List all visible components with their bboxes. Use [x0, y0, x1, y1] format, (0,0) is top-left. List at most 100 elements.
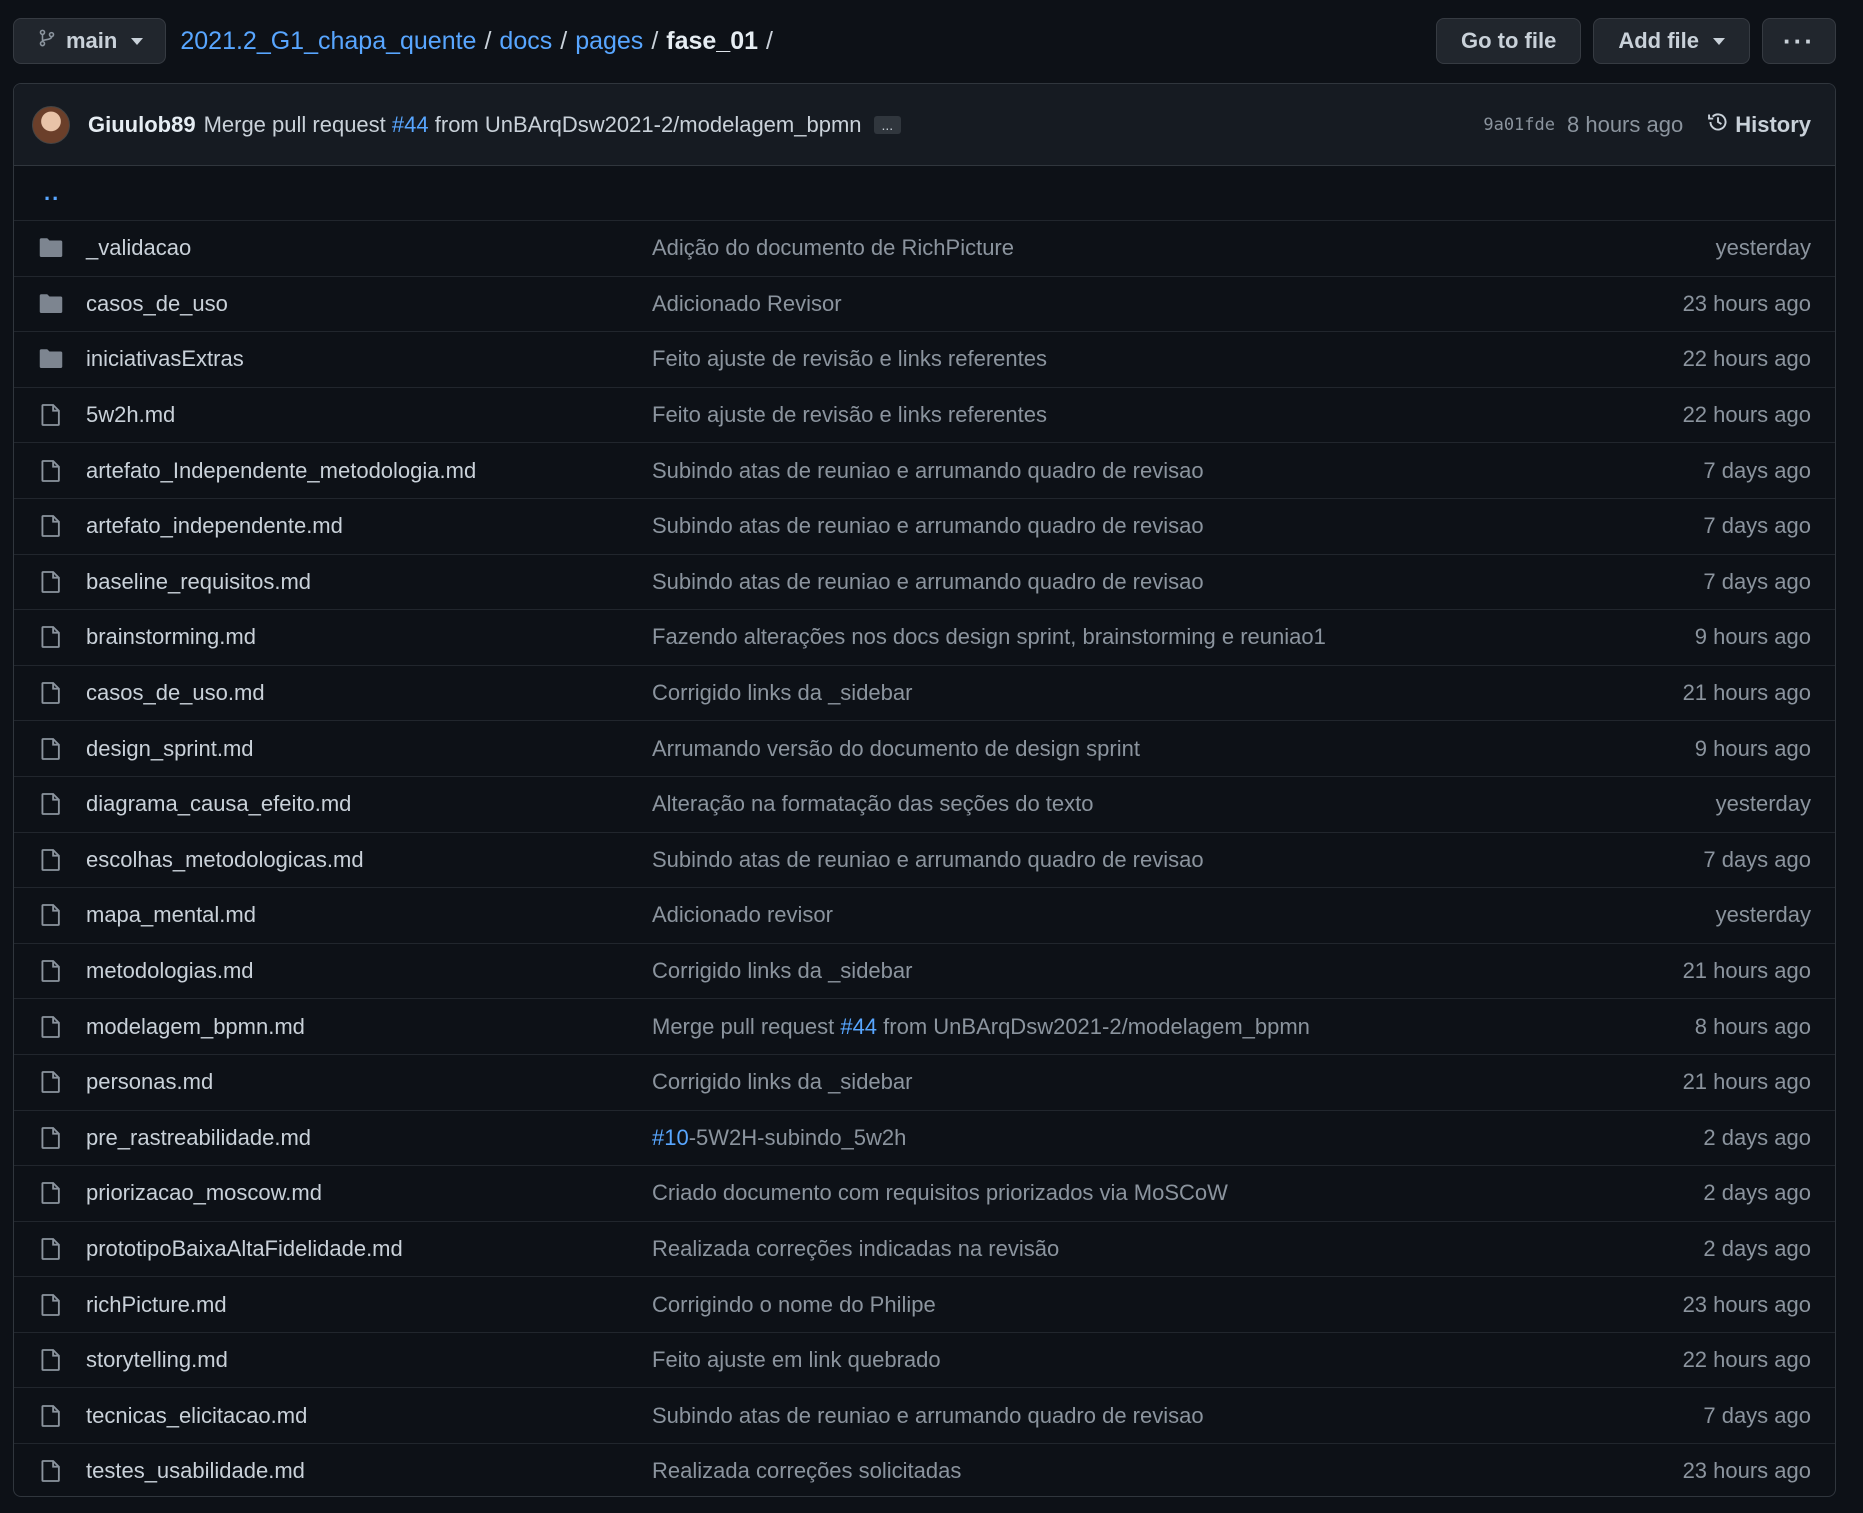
commit-message-link[interactable]: Fazendo alterações nos docs design sprin… [652, 624, 1326, 649]
issue-link[interactable]: #44 [840, 1014, 877, 1039]
commit-message-link[interactable]: Arrumando versão do documento de design … [652, 736, 1140, 761]
commit-message-link[interactable]: Merge pull request [204, 112, 386, 137]
file-row[interactable]: diagrama_causa_efeito.md Alteração na for… [14, 775, 1835, 832]
breadcrumb: 2021.2_G1_chapa_quente / docs / pages / … [180, 27, 773, 56]
commit-message-link[interactable]: Subindo atas de reuniao e arrumando quad… [652, 569, 1204, 594]
file-row[interactable]: design_sprint.md Arrumando versão do docu… [14, 720, 1835, 776]
commit-message-link[interactable]: Adicionado Revisor [652, 291, 842, 316]
commit-message-link[interactable]: Adicionado revisor [652, 902, 833, 927]
file-row[interactable]: mapa_mental.md Adicionado revisor yesterda… [14, 887, 1835, 943]
file-name-link[interactable]: 5w2h.md [86, 402, 652, 428]
commit-message-link[interactable]: Adição do documento de RichPicture [652, 235, 1014, 260]
commit-age: 23 hours ago [1682, 1458, 1811, 1484]
parent-directory-link[interactable]: .. [38, 180, 60, 206]
commit-message: Subindo atas de reuniao e arrumando quad… [652, 1403, 1703, 1429]
file-row[interactable]: baseline_requisitos.md Subindo atas de re… [14, 553, 1835, 610]
file-row[interactable]: brainstorming.md Fazendo alterações nos d… [14, 609, 1835, 665]
file-name-link[interactable]: tecnicas_elicitacao.md [86, 1403, 652, 1429]
commit-message-link[interactable]: Feito ajuste de revisão e links referent… [652, 402, 1047, 427]
parent-directory-row[interactable]: .. [14, 166, 1835, 220]
file-name-link[interactable]: prototipoBaixaAltaFidelidade.md [86, 1236, 652, 1262]
breadcrumb-separator: / [651, 26, 659, 55]
add-file-button[interactable]: Add file [1593, 18, 1750, 64]
commit-message-link[interactable]: Merge pull request [652, 1014, 840, 1039]
commit-message-link[interactable]: Realizada correções indicadas na revisão [652, 1236, 1059, 1261]
commit-message-link[interactable]: Subindo atas de reuniao e arrumando quad… [652, 458, 1204, 483]
commit-message-link[interactable]: Subindo atas de reuniao e arrumando quad… [652, 847, 1204, 872]
commit-author[interactable]: Giuulob89 [88, 112, 196, 138]
commit-message-link[interactable]: Realizada correções solicitadas [652, 1458, 961, 1483]
file-name-link[interactable]: diagrama_causa_efeito.md [86, 791, 652, 817]
file-name-link[interactable]: testes_usabilidade.md [86, 1458, 652, 1484]
file-row[interactable]: personas.md Corrigido links da _sidebar 21… [14, 1053, 1835, 1110]
file-name-link[interactable]: artefato_independente.md [86, 513, 652, 539]
commit-age: 21 hours ago [1682, 1069, 1811, 1095]
file-name-link[interactable]: casos_de_uso.md [86, 680, 652, 706]
commit-time: 8 hours ago [1567, 111, 1684, 137]
file-row[interactable]: artefato_independente.md Subindo atas de … [14, 497, 1835, 554]
breadcrumb-separator: / [484, 26, 492, 55]
file-name-link[interactable]: richPicture.md [86, 1292, 652, 1318]
file-name-link[interactable]: brainstorming.md [86, 624, 652, 650]
file-name-link[interactable]: modelagem_bpmn.md [86, 1014, 652, 1040]
file-name-link[interactable]: priorizacao_moscow.md [86, 1180, 652, 1206]
file-row[interactable]: casos_de_uso.md Corrigido links da _sideb… [14, 664, 1835, 721]
commit-message-link[interactable]: from UnBArqDsw2021-2/modelagem_bpmn [877, 1014, 1310, 1039]
file-name-link[interactable]: personas.md [86, 1069, 652, 1095]
branch-select-button[interactable]: main [13, 18, 167, 64]
file-name-link[interactable]: casos_de_uso [86, 291, 652, 317]
file-row[interactable]: casos_de_uso Adicionado Revisor 23 hours a… [14, 275, 1835, 332]
commit-sha[interactable]: 9a01fde [1483, 115, 1555, 135]
file-row[interactable]: testes_usabilidade.md Realizada correções… [14, 1443, 1835, 1496]
breadcrumb-pages-link[interactable]: pages [575, 27, 643, 56]
file-name-link[interactable]: baseline_requisitos.md [86, 569, 652, 595]
file-name-link[interactable]: design_sprint.md [86, 736, 652, 762]
commit-message: Fazendo alterações nos docs design sprin… [652, 624, 1695, 650]
file-row[interactable]: prototipoBaixaAltaFidelidade.md Realizada… [14, 1220, 1835, 1277]
file-row[interactable]: priorizacao_moscow.md Criado documento co… [14, 1165, 1835, 1221]
file-row[interactable]: richPicture.md Corrigindo o nome do Phili… [14, 1276, 1835, 1332]
breadcrumb-repo-link[interactable]: 2021.2_G1_chapa_quente [180, 27, 476, 56]
file-name-link[interactable]: mapa_mental.md [86, 902, 652, 928]
commit-message-link[interactable]: from UnBArqDsw2021-2/modelagem_bpmn [435, 112, 862, 137]
go-to-file-button[interactable]: Go to file [1436, 18, 1582, 64]
commit-message: Subindo atas de reuniao e arrumando quad… [652, 569, 1703, 595]
commit-message-link[interactable]: Subindo atas de reuniao e arrumando quad… [652, 1403, 1204, 1428]
commit-pr-link[interactable]: #44 [392, 112, 429, 137]
file-name-link[interactable]: storytelling.md [86, 1347, 652, 1373]
commit-message-link[interactable]: Corrigido links da _sidebar [652, 1069, 912, 1094]
commit-message-link[interactable]: Corrigindo o nome do Philipe [652, 1292, 936, 1317]
commit-message-link[interactable]: Criado documento com requisitos prioriza… [652, 1180, 1228, 1205]
breadcrumb-docs-link[interactable]: docs [499, 27, 552, 56]
more-options-button[interactable]: ··· [1762, 18, 1836, 64]
file-name-link[interactable]: artefato_Independente_metodologia.md [86, 458, 652, 484]
commit-message-link[interactable]: Corrigido links da _sidebar [652, 680, 912, 705]
avatar[interactable] [32, 105, 70, 144]
commit-message-link[interactable]: Feito ajuste de revisão e links referent… [652, 346, 1047, 371]
history-link[interactable]: History [1707, 111, 1811, 139]
issue-link[interactable]: #10 [652, 1125, 689, 1150]
file-row[interactable]: storytelling.md Feito ajuste em link queb… [14, 1331, 1835, 1388]
commit-message-link[interactable]: Subindo atas de reuniao e arrumando quad… [652, 513, 1204, 538]
file-name-link[interactable]: iniciativasExtras [86, 346, 652, 372]
commit-message-link[interactable]: -5W2H-subindo_5w2h [689, 1125, 907, 1150]
file-row[interactable]: iniciativasExtras Feito ajuste de revisão… [14, 331, 1835, 387]
file-name-link[interactable]: metodologias.md [86, 958, 652, 984]
file-row[interactable]: tecnicas_elicitacao.md Subindo atas de re… [14, 1387, 1835, 1443]
commit-age: yesterday [1715, 791, 1811, 817]
file-row[interactable]: escolhas_metodologicas.md Subindo atas de… [14, 831, 1835, 888]
file-row[interactable]: pre_rastreabilidade.md #10-5W2H-subindo_5… [14, 1109, 1835, 1166]
commit-message-link[interactable]: Feito ajuste em link quebrado [652, 1347, 941, 1372]
file-row[interactable]: modelagem_bpmn.md Merge pull request #44 … [14, 998, 1835, 1054]
file-name-link[interactable]: pre_rastreabilidade.md [86, 1125, 652, 1151]
expand-commit-button[interactable]: ... [873, 115, 902, 134]
file-row[interactable]: metodologias.md Corrigido links da _sideb… [14, 942, 1835, 999]
commit-message-link[interactable]: Corrigido links da _sidebar [652, 958, 912, 983]
file-row[interactable]: 5w2h.md Feito ajuste de revisão e links r… [14, 386, 1835, 443]
file-name-link[interactable]: escolhas_metodologicas.md [86, 847, 652, 873]
file-row[interactable]: artefato_Independente_metodologia.md Subi… [14, 442, 1835, 498]
commit-message: Adição do documento de RichPicture [652, 235, 1716, 261]
commit-message-link[interactable]: Alteração na formatação das seções do te… [652, 791, 1093, 816]
file-row[interactable]: _validacao Adição do documento de RichPic… [14, 220, 1835, 276]
file-name-link[interactable]: _validacao [86, 235, 652, 261]
